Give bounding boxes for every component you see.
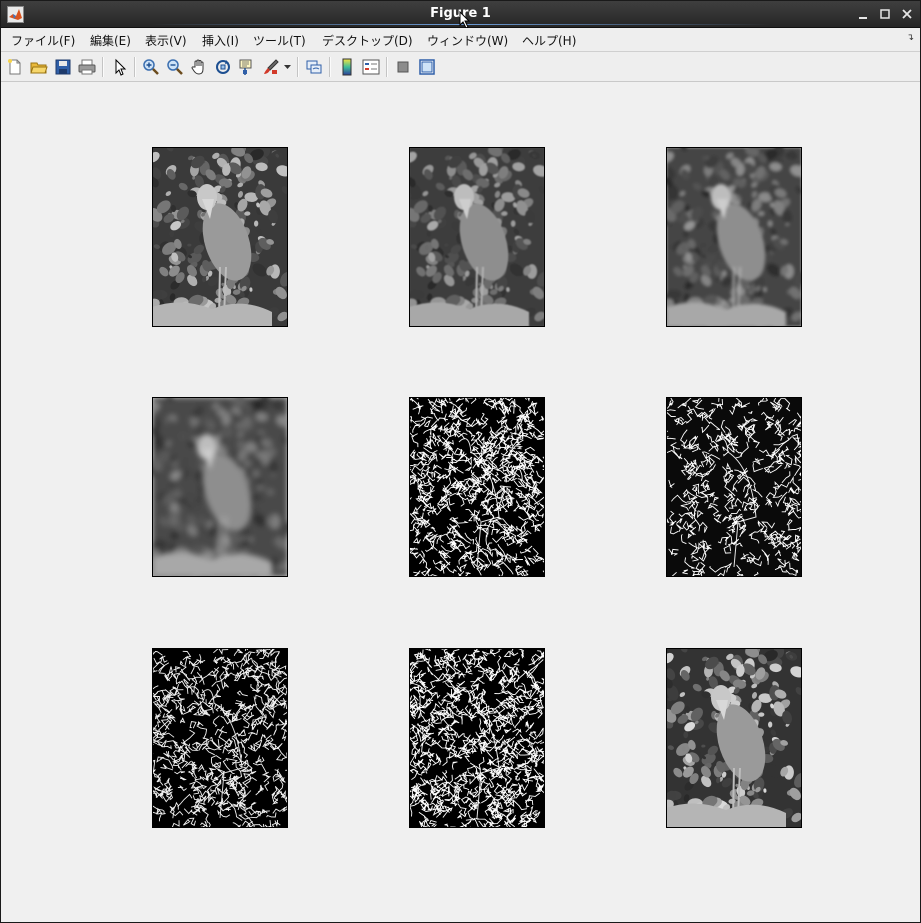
rotate-3d-icon[interactable] [214, 58, 232, 76]
zoom-out-icon[interactable] [166, 58, 184, 76]
menu-help[interactable]: ヘルプ(H) [522, 32, 576, 49]
menu-window[interactable]: ウィンドウ(W) [427, 32, 508, 49]
subplot-7-image[interactable] [152, 648, 288, 828]
figure-canvas[interactable] [1, 82, 920, 922]
title-bar[interactable]: Figure 1 [1, 1, 920, 29]
toolbar-separator [134, 57, 136, 77]
close-button[interactable] [900, 7, 914, 21]
toolbar-separator [102, 57, 104, 77]
figure-window: Figure 1 ファイル(F) 編集(E) 表示(V) 挿入(I) ツール(T… [0, 0, 921, 923]
show-plot-tools-icon[interactable] [418, 58, 436, 76]
data-cursor-icon[interactable] [238, 58, 256, 76]
menu-view[interactable]: 表示(V) [145, 32, 187, 49]
toolbar-separator [386, 57, 388, 77]
subplot-1-image[interactable] [152, 147, 288, 327]
minimize-button[interactable] [856, 7, 870, 21]
figure-toolbar [1, 52, 920, 82]
print-icon[interactable] [78, 58, 96, 76]
subplot-2-image[interactable] [409, 147, 545, 327]
pan-hand-icon[interactable] [190, 58, 208, 76]
brush-dropdown-icon[interactable] [284, 65, 291, 70]
subplot-3-image[interactable] [666, 147, 802, 327]
hide-plot-tools-icon[interactable] [394, 58, 412, 76]
menu-bar: ファイル(F) 編集(E) 表示(V) 挿入(I) ツール(T) デスクトップ(… [1, 28, 920, 52]
dock-arrow-icon[interactable]: ↴ [906, 33, 914, 43]
insert-legend-icon[interactable] [362, 58, 380, 76]
toolbar-separator [297, 57, 299, 77]
subplot-6-image[interactable] [666, 397, 802, 577]
subplot-8-image[interactable] [409, 648, 545, 828]
mouse-cursor-icon [459, 11, 471, 29]
menu-tools[interactable]: ツール(T) [253, 32, 306, 49]
menu-desktop[interactable]: デスクトップ(D) [322, 32, 413, 49]
open-file-icon[interactable] [30, 58, 48, 76]
subplot-9-image[interactable] [666, 648, 802, 828]
menu-edit[interactable]: 編集(E) [90, 32, 131, 49]
subplot-4-image[interactable] [152, 397, 288, 577]
maximize-button[interactable] [878, 7, 892, 21]
menu-file[interactable]: ファイル(F) [11, 32, 75, 49]
insert-colorbar-icon[interactable] [338, 58, 356, 76]
save-icon[interactable] [54, 58, 72, 76]
subplot-5-image[interactable] [409, 397, 545, 577]
toolbar-separator [329, 57, 331, 77]
link-plot-icon[interactable] [305, 58, 323, 76]
new-figure-icon[interactable] [6, 58, 24, 76]
menu-insert[interactable]: 挿入(I) [202, 32, 239, 49]
zoom-in-icon[interactable] [142, 58, 160, 76]
brush-icon[interactable] [262, 58, 280, 76]
edit-plot-arrow-icon[interactable] [111, 58, 129, 76]
